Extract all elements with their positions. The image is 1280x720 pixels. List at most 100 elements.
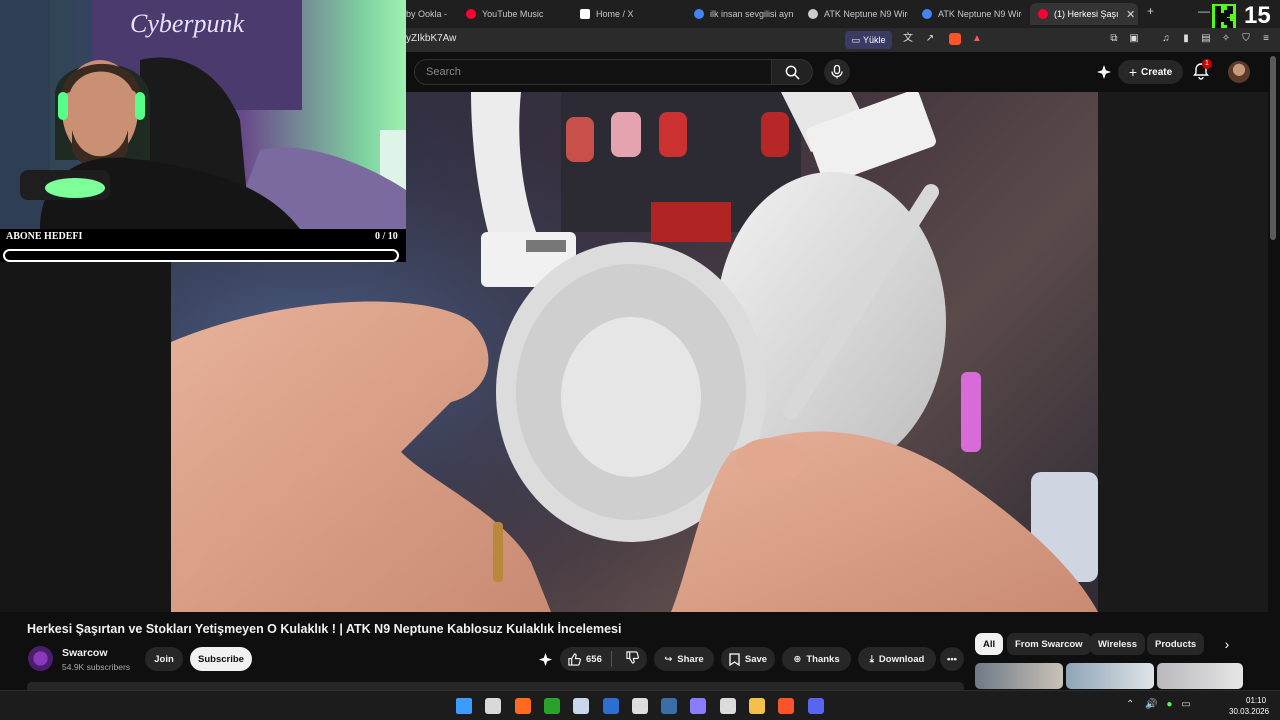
- tab-youtube-active[interactable]: (1) Herkesi Şaşırta ✕: [1030, 3, 1138, 25]
- channel-avatar[interactable]: [28, 646, 53, 671]
- menu-icon[interactable]: ≡: [1260, 33, 1272, 45]
- tab-speedtest[interactable]: by Ookla -: [406, 3, 464, 25]
- chip-wireless[interactable]: Wireless: [1090, 633, 1145, 655]
- url-text[interactable]: yZIkbK7Aw: [406, 33, 456, 44]
- clock-time[interactable]: 01:10: [1246, 696, 1266, 705]
- brave-shield-icon[interactable]: [949, 33, 961, 45]
- thumbs-down-icon: [626, 651, 639, 664]
- xbox-icon[interactable]: [543, 698, 560, 714]
- recommended-thumbnail[interactable]: [1157, 663, 1243, 689]
- share-button[interactable]: ↪ Share: [654, 647, 714, 671]
- cyberpunk-poster: Cyberpunk: [130, 9, 245, 38]
- streamer-webcam: Cyberpunk: [0, 0, 406, 229]
- like-button[interactable]: 656: [568, 652, 602, 666]
- like-count: 656: [586, 653, 602, 665]
- epic-games-icon[interactable]: [631, 698, 648, 714]
- share-page-icon[interactable]: ↗: [924, 33, 936, 45]
- brave-rewards-icon[interactable]: ▲: [971, 33, 983, 45]
- search-button[interactable]: [771, 59, 813, 85]
- chevron-right-icon[interactable]: ›: [1219, 636, 1235, 652]
- join-button[interactable]: Join: [145, 647, 183, 671]
- dislike-button[interactable]: [626, 651, 639, 667]
- x-icon: [580, 9, 590, 19]
- tab-x-home[interactable]: Home / X: [580, 3, 685, 25]
- recommended-thumbnail[interactable]: [1066, 663, 1154, 689]
- atk-icon: [808, 9, 818, 19]
- more-actions-button[interactable]: •••: [940, 647, 964, 671]
- subscribe-button[interactable]: Subscribe: [190, 647, 252, 671]
- description-box[interactable]: [27, 682, 964, 690]
- youtube-header: + Create 1: [406, 52, 1280, 92]
- recommended-thumbnail[interactable]: [975, 663, 1063, 689]
- youtube-icon: [1038, 9, 1048, 19]
- download-icon: ⤓: [869, 653, 874, 665]
- save-button[interactable]: Save: [721, 647, 775, 671]
- voice-search-button[interactable]: [824, 59, 850, 85]
- clock-date[interactable]: 30.03.2026: [1229, 707, 1269, 716]
- photos-icon[interactable]: [573, 698, 590, 714]
- share-icon: ↪: [664, 653, 673, 665]
- download-button[interactable]: ⤓ Download: [858, 647, 936, 671]
- media-icon[interactable]: ♫: [1160, 33, 1172, 45]
- kick-logo-icon: [1212, 4, 1236, 30]
- bookmark-icon: [729, 652, 740, 666]
- windows-start-icon[interactable]: [456, 698, 472, 714]
- plus-icon: +: [1128, 64, 1138, 80]
- firefox-icon[interactable]: [514, 698, 531, 714]
- chip-all[interactable]: All: [975, 633, 1004, 655]
- remote-desktop-icon[interactable]: [602, 698, 619, 714]
- new-tab-button[interactable]: +: [1147, 4, 1154, 18]
- screenshot-icon[interactable]: ▣: [1128, 33, 1140, 45]
- translate-icon[interactable]: 文: [902, 33, 914, 45]
- chip-products[interactable]: Products: [1147, 633, 1205, 655]
- sidebar-icon[interactable]: ▮: [1180, 33, 1192, 45]
- microphone-tray-icon[interactable]: ●: [1166, 699, 1172, 710]
- tray-overflow-icon[interactable]: ⌃: [1126, 699, 1134, 710]
- vpn-icon[interactable]: ⛉: [1240, 33, 1252, 45]
- network-icon[interactable]: ▭: [1181, 699, 1190, 710]
- close-tab-icon[interactable]: ✕: [1126, 8, 1135, 21]
- page-background-left: [0, 262, 171, 612]
- channel-name[interactable]: Swarcow: [62, 647, 108, 659]
- page-scrollbar[interactable]: [1270, 56, 1276, 240]
- youtube-music-icon: [466, 9, 476, 19]
- google-icon: [694, 9, 704, 19]
- webcam-frame: Cyberpunk: [0, 0, 406, 229]
- ask-ai-icon[interactable]: [538, 652, 553, 667]
- create-button[interactable]: + Create: [1118, 60, 1183, 84]
- more-horizontal-icon: •••: [947, 653, 957, 665]
- windows-taskbar: ⌃ 🔊 ● ▭ 01:10 30.03.2026: [0, 690, 1280, 720]
- like-divider: [611, 651, 612, 667]
- cast-icon: ▭: [851, 34, 860, 45]
- volume-icon[interactable]: 🔊: [1145, 699, 1157, 710]
- discord-icon[interactable]: [807, 698, 824, 714]
- leo-ai-icon[interactable]: ✧: [1220, 33, 1232, 45]
- chat-icon[interactable]: [690, 698, 707, 714]
- brave-icon[interactable]: [778, 698, 795, 714]
- search-box: [414, 59, 772, 85]
- search-input[interactable]: [415, 60, 771, 84]
- notification-badge: 1: [1202, 59, 1212, 69]
- subscriber-goal-widget: ABONE HEDEFI 0 / 10: [0, 229, 406, 262]
- system-tray[interactable]: ⌃ 🔊 ● ▭: [1126, 699, 1191, 710]
- file-explorer-icon[interactable]: [749, 698, 765, 714]
- chrome-icon[interactable]: [719, 698, 736, 714]
- minimize-icon[interactable]: —: [1198, 4, 1210, 18]
- tab-atk-1[interactable]: ATK Neptune N9 Wire: [808, 3, 908, 25]
- steam-icon[interactable]: [661, 698, 678, 714]
- goal-count: 0 / 10: [375, 231, 398, 242]
- search-icon: [785, 65, 800, 80]
- tab-atk-2[interactable]: ATK Neptune N9 Wire: [922, 3, 1022, 25]
- ai-sparkle-icon[interactable]: [1096, 64, 1112, 80]
- extensions-icon[interactable]: ⧉: [1108, 33, 1120, 45]
- tab-google-search[interactable]: ilk insan sevgilisi aynk: [694, 3, 794, 25]
- tab-youtube-music[interactable]: YouTube Music: [466, 3, 571, 25]
- calculator-icon[interactable]: [485, 698, 502, 714]
- super-thanks-icon: ⊛: [793, 653, 802, 665]
- video-title: Herkesi Şaşırtan ve Stokları Yetişmeyen …: [27, 622, 622, 636]
- wallet-icon[interactable]: ▤: [1200, 33, 1212, 45]
- upload-button[interactable]: ▭ Yükle: [845, 31, 892, 49]
- user-avatar[interactable]: [1228, 61, 1250, 83]
- thanks-button[interactable]: ⊛ Thanks: [782, 647, 851, 671]
- chip-from-channel[interactable]: From Swarcow: [1007, 633, 1091, 655]
